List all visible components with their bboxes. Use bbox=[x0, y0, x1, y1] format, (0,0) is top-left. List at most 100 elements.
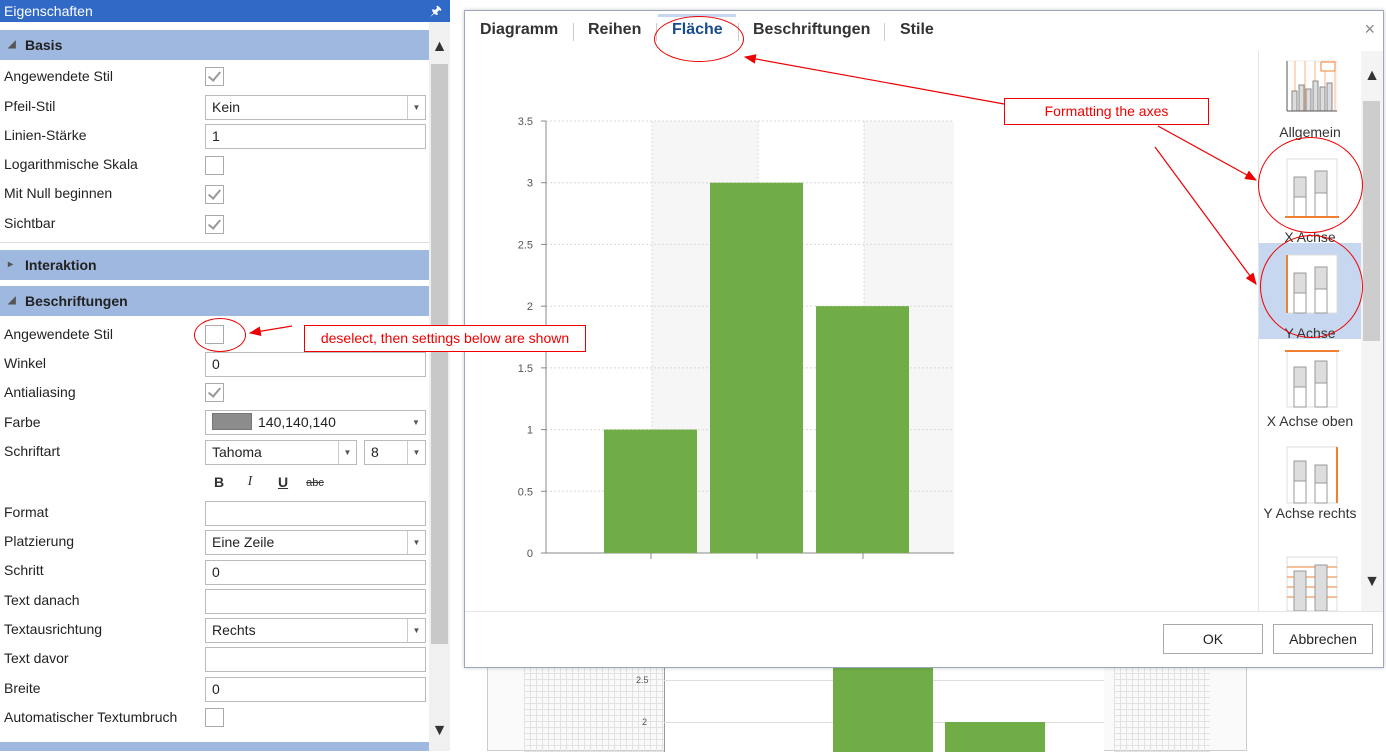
dropdown-textausrichtung-value: Rechts bbox=[212, 622, 256, 638]
panel-title: Eigenschaften 🖈 bbox=[0, 0, 450, 22]
expand-triangle-icon: ▸ bbox=[8, 259, 14, 270]
tab-beschriftungen[interactable]: Beschriftungen bbox=[753, 21, 870, 39]
sidebar-scrollbar-thumb[interactable] bbox=[1363, 101, 1380, 341]
input-format[interactable] bbox=[205, 501, 426, 526]
background-tick: 2.5 bbox=[636, 675, 649, 685]
input-schritt[interactable]: 0 bbox=[205, 560, 426, 585]
label-log-skala: Logarithmische Skala bbox=[4, 156, 138, 172]
dropdown-pfeil-stil-value: Kein bbox=[212, 99, 241, 115]
label-farbe: Farbe bbox=[4, 414, 41, 430]
input-text-davor[interactable] bbox=[205, 647, 426, 672]
label-schritt: Schritt bbox=[4, 562, 44, 578]
chevron-up-icon[interactable]: ▲ bbox=[429, 38, 450, 56]
panel-scrollbar-thumb[interactable] bbox=[431, 64, 448, 644]
chevron-down-icon: ▼ bbox=[407, 441, 425, 464]
underline-button[interactable]: U bbox=[273, 474, 293, 490]
tab-divider bbox=[573, 23, 574, 41]
input-text-danach[interactable] bbox=[205, 589, 426, 614]
sidebar-item-grid[interactable] bbox=[1259, 551, 1361, 611]
chevron-down-icon: ▼ bbox=[407, 531, 425, 554]
background-tick: 2 bbox=[642, 717, 648, 727]
checkbox-sichtbar[interactable] bbox=[205, 215, 224, 234]
label-beschr-angewendete-stil: Angewendete Stil bbox=[4, 326, 113, 342]
bar bbox=[816, 306, 909, 553]
dropdown-schriftart[interactable]: Tahoma ▼ bbox=[205, 440, 357, 465]
chevron-down-icon: ▼ bbox=[338, 441, 356, 464]
annotation-oval-checkbox bbox=[194, 318, 246, 352]
annotation-oval-flaeche bbox=[654, 16, 744, 62]
ok-button[interactable]: OK bbox=[1163, 624, 1263, 654]
sidebar-item-allgemein[interactable]: Allgemein bbox=[1259, 51, 1361, 147]
sidebar-item-y-achse-rechts[interactable]: Y Achse rechts bbox=[1259, 435, 1361, 550]
dropdown-schriftgroesse[interactable]: 8 ▼ bbox=[364, 440, 426, 465]
collapse-triangle-icon: ◢ bbox=[8, 295, 16, 306]
checkbox-angewendete-stil[interactable] bbox=[205, 67, 224, 86]
tab-stile[interactable]: Stile bbox=[900, 21, 934, 39]
checkbox-auto-umbruch[interactable] bbox=[205, 708, 224, 727]
tab-reihen[interactable]: Reihen bbox=[588, 21, 641, 39]
y-tick-label: 3.5 bbox=[518, 116, 533, 128]
dropdown-platzierung[interactable]: Eine Zeile ▼ bbox=[205, 530, 426, 555]
grid-lines-icon bbox=[1286, 556, 1338, 611]
bar bbox=[710, 182, 803, 553]
dropdown-textausrichtung[interactable]: Rechts ▼ bbox=[205, 618, 426, 643]
label-angewendete-stil: Angewendete Stil bbox=[4, 68, 113, 84]
tab-divider bbox=[884, 23, 885, 41]
label-platzierung: Platzierung bbox=[4, 533, 75, 549]
input-breite[interactable]: 0 bbox=[205, 677, 426, 702]
label-pfeil-stil: Pfeil-Stil bbox=[4, 98, 56, 114]
checkbox-log-skala[interactable] bbox=[205, 156, 224, 175]
dialog-footer: OK Abbrechen bbox=[465, 611, 1383, 667]
cancel-button[interactable]: Abbrechen bbox=[1273, 624, 1373, 654]
checkbox-mit-null[interactable] bbox=[205, 185, 224, 204]
tab-diagramm[interactable]: Diagramm bbox=[480, 21, 558, 39]
label-breite: Breite bbox=[4, 680, 41, 696]
section-basis-label: Basis bbox=[25, 37, 63, 53]
dialog-tabs: Diagramm Reihen Fläche Beschriftungen St… bbox=[465, 11, 1383, 51]
color-picker-farbe[interactable]: 140,140,140 ▼ bbox=[205, 410, 426, 435]
chevron-up-icon[interactable]: ▲ bbox=[1361, 67, 1383, 85]
properties-panel: Eigenschaften 🖈 ◢ Basis Angewendete Stil … bbox=[0, 0, 450, 751]
annotation-axes: Formatting the axes bbox=[1004, 98, 1209, 125]
sidebar-item-x-achse-oben[interactable]: X Achse oben bbox=[1259, 339, 1361, 435]
section-interaktion-label: Interaktion bbox=[25, 257, 97, 273]
y-axis-right-icon bbox=[1286, 446, 1338, 504]
section-basis[interactable]: ◢ Basis bbox=[0, 30, 429, 60]
section-beschriftungen[interactable]: ◢ Beschriftungen bbox=[0, 286, 429, 316]
dropdown-schriftart-value: Tahoma bbox=[212, 444, 262, 460]
annotation-oval-x-achse bbox=[1258, 137, 1363, 233]
dropdown-schriftgroesse-value: 8 bbox=[371, 444, 379, 460]
section-interaktion[interactable]: ▸ Interaktion bbox=[0, 250, 429, 280]
label-schriftart: Schriftart bbox=[4, 443, 61, 459]
collapse-triangle-icon: ◢ bbox=[8, 39, 16, 50]
color-swatch bbox=[212, 413, 252, 431]
chevron-down-icon: ▼ bbox=[407, 619, 425, 642]
section-beschriftungen-label: Beschriftungen bbox=[25, 293, 128, 309]
y-tick-label: 1.5 bbox=[518, 363, 533, 375]
label-winkel: Winkel bbox=[4, 355, 47, 371]
section-next bbox=[0, 742, 429, 751]
y-tick-label: 1 bbox=[527, 425, 533, 437]
input-linien-staerke[interactable]: 1 bbox=[205, 124, 426, 149]
color-value: 140,140,140 bbox=[258, 414, 336, 430]
chevron-down-icon[interactable]: ▼ bbox=[429, 722, 450, 740]
italic-button[interactable]: I bbox=[240, 474, 260, 490]
label-linien-staerke: Linien-Stärke bbox=[4, 127, 87, 143]
chevron-down-icon[interactable]: ▼ bbox=[1361, 573, 1383, 591]
y-tick-label: 0.5 bbox=[518, 486, 533, 498]
pin-icon[interactable]: 🖈 bbox=[430, 0, 442, 22]
background-bar bbox=[833, 661, 933, 752]
strikethrough-button[interactable]: abc bbox=[302, 477, 328, 489]
divider bbox=[0, 242, 429, 243]
label-auto-umbruch: Automatischer Textumbruch bbox=[4, 709, 178, 725]
annotation-deselect: deselect, then settings below are shown bbox=[304, 325, 586, 352]
checkbox-antialiasing[interactable] bbox=[205, 383, 224, 402]
background-chart: 2.5 2 bbox=[487, 660, 1247, 752]
bold-button[interactable]: B bbox=[209, 474, 229, 490]
panel-title-text: Eigenschaften bbox=[4, 3, 93, 19]
y-tick-label: 3 bbox=[527, 178, 533, 190]
label-sichtbar: Sichtbar bbox=[4, 215, 56, 231]
input-winkel[interactable]: 0 bbox=[205, 352, 426, 377]
dropdown-pfeil-stil[interactable]: Kein ▼ bbox=[205, 95, 426, 120]
close-icon[interactable]: × bbox=[1364, 19, 1375, 40]
